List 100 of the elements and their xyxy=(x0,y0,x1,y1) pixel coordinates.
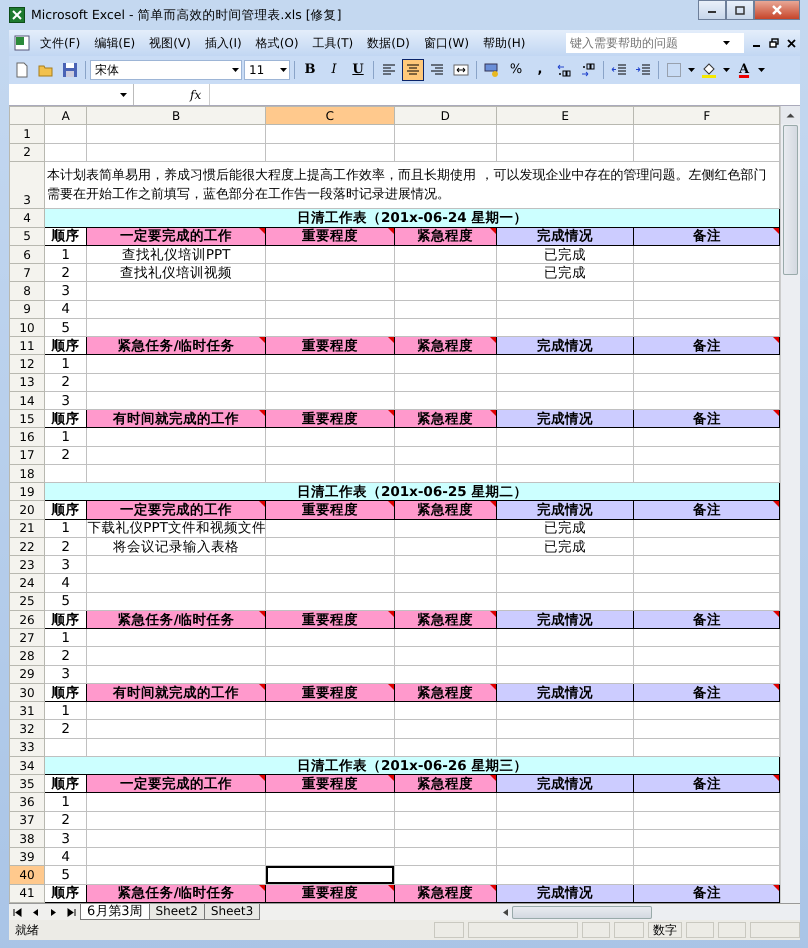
row-header[interactable]: 15 xyxy=(10,410,45,428)
first-sheet-icon[interactable] xyxy=(13,908,23,916)
size-dropdown[interactable]: 11 xyxy=(244,60,290,80)
table-cell: 4 xyxy=(44,848,87,866)
row-header[interactable]: 31 xyxy=(10,702,45,720)
bold-button[interactable]: B xyxy=(299,59,321,81)
row-header[interactable]: 4 xyxy=(10,208,45,228)
menu-item[interactable]: 帮助(H) xyxy=(476,34,532,52)
scroll-thumb[interactable] xyxy=(512,906,652,918)
sheet-tab[interactable]: Sheet3 xyxy=(204,904,260,920)
menu-item[interactable]: 格式(O) xyxy=(248,34,306,52)
column-header[interactable]: F xyxy=(634,106,780,125)
row-header[interactable]: 20 xyxy=(10,500,45,520)
menu-item[interactable]: 视图(V) xyxy=(142,34,198,52)
row-header[interactable]: 26 xyxy=(10,610,45,629)
row-header[interactable]: 6 xyxy=(10,245,45,264)
row-header[interactable]: 8 xyxy=(10,282,45,300)
prev-sheet-icon[interactable] xyxy=(31,908,41,916)
sheet-tab[interactable]: Sheet2 xyxy=(148,904,205,920)
table-cell: 4 xyxy=(44,300,87,318)
font-dropdown[interactable]: 宋体 xyxy=(90,60,242,80)
sheet-tab[interactable]: 6月第3周 xyxy=(80,904,150,920)
column-header[interactable]: B xyxy=(86,106,266,125)
column-header[interactable]: A xyxy=(44,106,87,125)
column-header[interactable]: C xyxy=(266,106,394,125)
row-header[interactable]: 30 xyxy=(10,683,45,702)
menu-item[interactable]: 文件(F) xyxy=(33,34,88,52)
dropdown-caret-icon[interactable] xyxy=(279,66,289,74)
menu-item[interactable]: 工具(T) xyxy=(306,34,360,52)
dropdown-caret-icon[interactable] xyxy=(722,66,731,74)
percent-button[interactable]: % xyxy=(505,59,527,81)
comma-button[interactable]: , xyxy=(529,59,551,81)
font-color-button[interactable]: A xyxy=(733,59,755,81)
row-header[interactable]: 38 xyxy=(10,829,45,848)
row-header[interactable]: 40 xyxy=(10,866,45,884)
column-heading: 一定要完成的工作 xyxy=(86,774,266,793)
column-heading: 紧急程度 xyxy=(394,500,496,520)
fx-label[interactable]: fx xyxy=(182,86,210,104)
menu-item[interactable]: 编辑(E) xyxy=(87,34,142,52)
row-header[interactable]: 28 xyxy=(10,646,45,666)
row-header[interactable]: 34 xyxy=(10,756,45,775)
close-icon[interactable] xyxy=(787,38,796,48)
row-header[interactable]: 18 xyxy=(10,464,45,483)
dropdown-caret-icon[interactable] xyxy=(231,66,241,74)
close-button[interactable] xyxy=(754,0,800,20)
row-header[interactable]: 2 xyxy=(10,143,45,162)
row-header[interactable]: 32 xyxy=(10,720,45,738)
window-title: Microsoft Excel - 简单而高效的时间管理表.xls [修复] xyxy=(31,6,342,24)
row-header[interactable]: 9 xyxy=(10,300,45,318)
restore-icon[interactable] xyxy=(769,38,779,48)
dropdown-caret-icon[interactable] xyxy=(119,90,129,98)
scroll-thumb[interactable] xyxy=(783,125,798,275)
italic-button[interactable]: I xyxy=(323,59,345,81)
row-header[interactable]: 22 xyxy=(10,537,45,556)
row-header[interactable]: 17 xyxy=(10,446,45,464)
dropdown-caret-icon[interactable] xyxy=(757,66,766,74)
row-header[interactable]: 11 xyxy=(10,336,45,355)
column-header[interactable]: E xyxy=(496,106,634,125)
row-header[interactable]: 36 xyxy=(10,792,45,812)
row-header[interactable]: 19 xyxy=(10,482,45,501)
scroll-up-button[interactable] xyxy=(781,106,800,124)
row-header[interactable]: 10 xyxy=(10,318,45,337)
row-header[interactable]: 23 xyxy=(10,556,45,574)
align-center-button[interactable] xyxy=(402,59,424,81)
dropdown-caret-icon[interactable] xyxy=(687,66,696,74)
row-header[interactable]: 16 xyxy=(10,428,45,446)
menu-item[interactable]: 数据(D) xyxy=(360,34,417,52)
row-header[interactable]: 39 xyxy=(10,848,45,866)
maximize-button[interactable] xyxy=(726,0,754,20)
minimize-button[interactable] xyxy=(698,0,726,20)
row-header[interactable]: 21 xyxy=(10,519,45,538)
row-header[interactable]: 7 xyxy=(10,264,45,282)
table-cell: 5 xyxy=(44,866,87,884)
menu-item[interactable]: 插入(I) xyxy=(198,34,249,52)
row-header[interactable]: 24 xyxy=(10,574,45,592)
help-search-field[interactable]: 键入需要帮助的问题 xyxy=(566,33,744,53)
row-header[interactable]: 1 xyxy=(10,124,45,143)
underline-button[interactable]: U xyxy=(347,59,369,81)
row-header[interactable]: 25 xyxy=(10,592,45,610)
row-header[interactable]: 33 xyxy=(10,738,45,756)
table-cell: 3 xyxy=(44,282,87,300)
up-arrow-icon xyxy=(786,112,796,118)
column-header[interactable]: D xyxy=(394,106,496,125)
status-mode: 数字 xyxy=(648,922,682,938)
row-header[interactable]: 27 xyxy=(10,628,45,647)
menu-item[interactable]: 窗口(W) xyxy=(416,34,476,52)
row-header[interactable]: 3 xyxy=(10,161,45,209)
row-header[interactable]: 37 xyxy=(10,811,45,830)
last-sheet-icon[interactable] xyxy=(67,908,77,916)
row-header[interactable]: 29 xyxy=(10,665,45,684)
row-header[interactable]: 35 xyxy=(10,774,45,793)
row-header[interactable]: 5 xyxy=(10,227,45,246)
row-header[interactable]: 14 xyxy=(10,391,45,410)
dropdown-caret-icon[interactable] xyxy=(722,39,731,47)
column-heading: 重要程度 xyxy=(266,336,394,355)
active-cell[interactable] xyxy=(266,866,394,884)
row-header[interactable]: 41 xyxy=(10,884,45,902)
row-header[interactable]: 12 xyxy=(10,354,45,374)
row-header[interactable]: 13 xyxy=(10,373,45,392)
column-heading: 重要程度 xyxy=(266,774,394,793)
